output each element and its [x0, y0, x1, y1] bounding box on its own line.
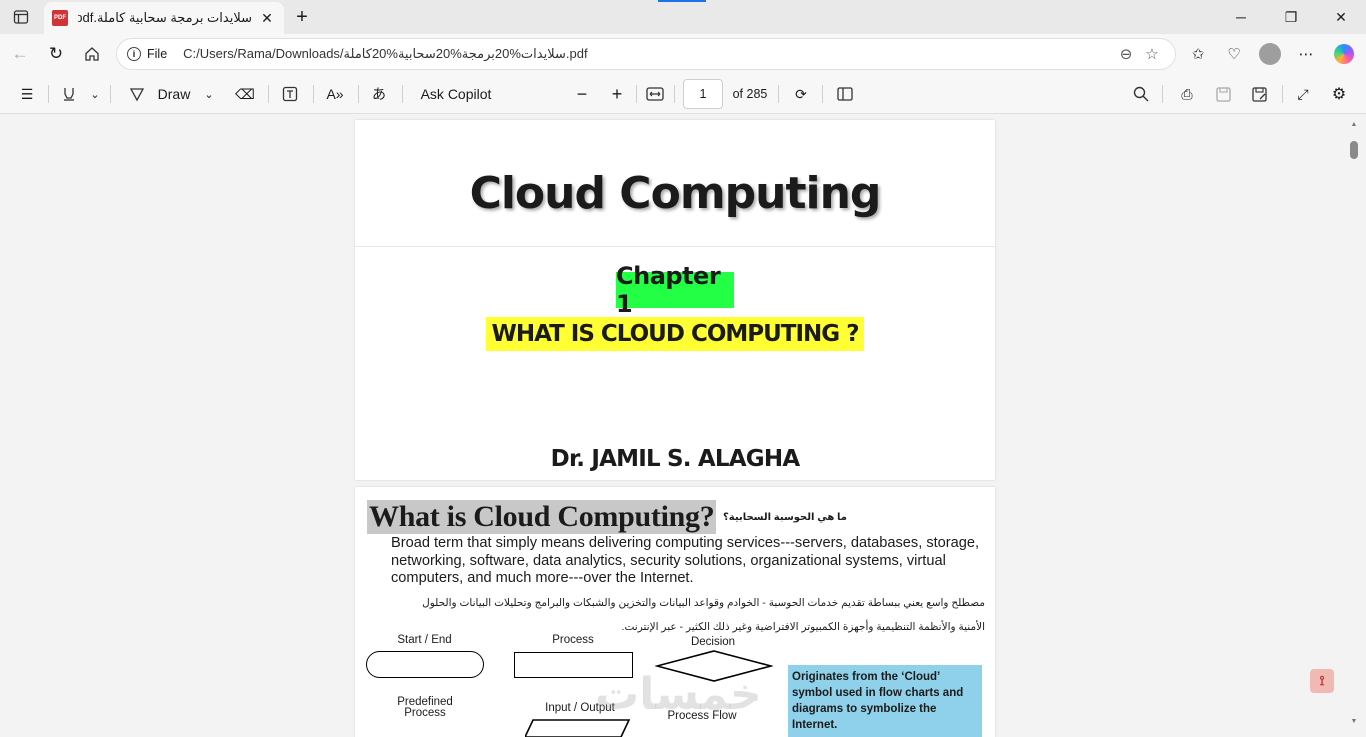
- page-view-icon[interactable]: [832, 81, 858, 107]
- restore-icon[interactable]: ❐: [1266, 0, 1316, 34]
- search-icon[interactable]: [1128, 81, 1154, 107]
- tab-indicator: [658, 0, 706, 2]
- favorite-star-icon[interactable]: ☆: [1139, 45, 1165, 63]
- url-text[interactable]: C:/Users/Rama/Downloads/سلايدات%20برمجة%…: [183, 46, 1113, 62]
- chapter-subtitle: WHAT IS CLOUD COMPUTING ?: [486, 317, 864, 351]
- pdf-viewer[interactable]: Cloud Computing Chapter 1 WHAT IS CLOUD …: [0, 115, 1366, 737]
- separator: [48, 85, 49, 103]
- minimize-icon[interactable]: ─: [1216, 0, 1266, 34]
- zoom-in-button[interactable]: +: [605, 81, 629, 107]
- start-end-label: Start / End: [397, 634, 452, 646]
- close-tab-icon[interactable]: ✕: [258, 9, 276, 27]
- zoom-out-icon[interactable]: ⊖: [1113, 45, 1139, 63]
- process-label: Process: [552, 634, 594, 646]
- start-end-shape: [366, 651, 484, 678]
- page-title: Cloud Computing: [469, 168, 882, 219]
- scroll-up-icon[interactable]: ▲: [1350, 121, 1358, 128]
- arabic-definition-line-2: الأمنية والأنظمة التنظيمية وأجهزة الكمبي…: [621, 621, 985, 633]
- save-icon[interactable]: [1210, 81, 1236, 107]
- page-number-input[interactable]: 1: [683, 79, 723, 109]
- separator: [402, 85, 403, 103]
- highlight-icon[interactable]: [56, 81, 82, 107]
- vertical-scrollbar[interactable]: ▲ ▼: [1350, 119, 1358, 725]
- settings-gear-icon[interactable]: ⚙: [1326, 81, 1352, 107]
- draw-icon[interactable]: [126, 81, 148, 107]
- separator: [1282, 85, 1283, 103]
- separator: [110, 85, 111, 103]
- input-output-shape: [525, 719, 630, 737]
- more-options-icon[interactable]: ⋯: [1292, 41, 1320, 67]
- watermark: خمسات: [595, 670, 762, 719]
- separator: [636, 85, 637, 103]
- author-name: Dr. JAMIL S. ALAGHA: [550, 446, 800, 472]
- copilot-button[interactable]: [1330, 41, 1358, 67]
- separator: [268, 85, 269, 103]
- chapter-label: Chapter 1: [616, 262, 734, 318]
- save-as-icon[interactable]: [1246, 81, 1272, 107]
- read-aloud-icon[interactable]: A»: [322, 81, 348, 107]
- favorites-icon[interactable]: ✩: [1184, 41, 1212, 67]
- tab-actions-button[interactable]: [8, 5, 34, 29]
- separator: [1162, 85, 1163, 103]
- active-tab[interactable]: PDF سلايدات برمجة سحابية كاملة.pdf ✕: [44, 2, 284, 34]
- health-icon[interactable]: ♡: [1220, 41, 1248, 67]
- text-box-icon[interactable]: [277, 81, 303, 107]
- pdf-page-2: What is Cloud Computing? ما هي الحوسبة ا…: [355, 487, 995, 737]
- page-count-label: of 285: [732, 87, 768, 101]
- zoom-out-button[interactable]: −: [570, 81, 594, 107]
- separator: [674, 85, 675, 103]
- cloud-symbol-callout: Originates from the ‘Cloud’ symbol used …: [788, 665, 982, 737]
- pdf-toolbar: ☰ ⌄ Draw ⌄ ⌫ A» あ Ask Copilot − + 1 of 2…: [0, 74, 1366, 114]
- fullscreen-icon[interactable]: ⤢: [1290, 81, 1316, 107]
- profile-button[interactable]: [1256, 41, 1284, 67]
- separator: [313, 85, 314, 103]
- separator: [778, 85, 779, 103]
- acrobat-icon[interactable]: ⟟: [1310, 669, 1334, 693]
- pdf-icon: PDF: [52, 10, 68, 26]
- predefined-process-label: Predefined Process: [397, 696, 453, 719]
- tab-title: سلايدات برمجة سحابية كاملة.pdf: [78, 10, 252, 25]
- address-row: ← ↻ i File C:/Users/Rama/Downloads/سلايد…: [0, 34, 1366, 74]
- home-icon[interactable]: [78, 41, 106, 67]
- slide-heading: What is Cloud Computing?: [367, 500, 717, 534]
- ask-copilot-button[interactable]: Ask Copilot: [414, 81, 498, 107]
- separator: [822, 85, 823, 103]
- decision-label: Decision: [690, 636, 736, 648]
- address-bar[interactable]: i File C:/Users/Rama/Downloads/سلايدات%2…: [116, 38, 1176, 70]
- scroll-down-icon[interactable]: ▼: [1350, 718, 1358, 725]
- close-window-icon[interactable]: ✕: [1316, 0, 1366, 34]
- translate-icon[interactable]: あ: [366, 81, 392, 107]
- refresh-icon[interactable]: ↻: [42, 41, 70, 67]
- rotate-icon[interactable]: ⟳: [788, 81, 814, 107]
- new-tab-button[interactable]: +: [290, 5, 314, 29]
- arabic-question: ما هي الحوسبة السحابية؟: [723, 512, 847, 523]
- fit-width-icon[interactable]: [642, 81, 668, 107]
- back-icon[interactable]: ←: [6, 41, 34, 67]
- tab-actions-icon: [13, 10, 29, 24]
- contents-icon[interactable]: ☰: [14, 81, 40, 107]
- draw-button[interactable]: Draw: [152, 81, 196, 107]
- window-controls: ─ ❐ ✕: [1216, 0, 1366, 34]
- pdf-page-1: Cloud Computing Chapter 1 WHAT IS CLOUD …: [355, 120, 995, 480]
- scheme-label: File: [147, 47, 168, 61]
- erase-icon[interactable]: ⌫: [232, 81, 258, 107]
- separator: [358, 85, 359, 103]
- copilot-icon: [1334, 44, 1354, 64]
- highlight-dropdown-icon[interactable]: ⌄: [86, 81, 104, 107]
- tab-bar: PDF سلايدات برمجة سحابية كاملة.pdf ✕ + ─…: [0, 0, 1366, 34]
- definition-paragraph: Broad term that simply means delivering …: [391, 535, 980, 586]
- draw-dropdown-icon[interactable]: ⌄: [200, 81, 218, 107]
- avatar: [1259, 43, 1281, 65]
- arabic-definition-line-1: مصطلح واسع يعني ببساطة تقديم خدمات الحوس…: [422, 597, 985, 609]
- print-icon[interactable]: ⎙: [1174, 81, 1200, 107]
- scrollbar-thumb[interactable]: [1350, 141, 1358, 159]
- site-info-icon[interactable]: i: [127, 47, 141, 61]
- divider: [355, 246, 995, 247]
